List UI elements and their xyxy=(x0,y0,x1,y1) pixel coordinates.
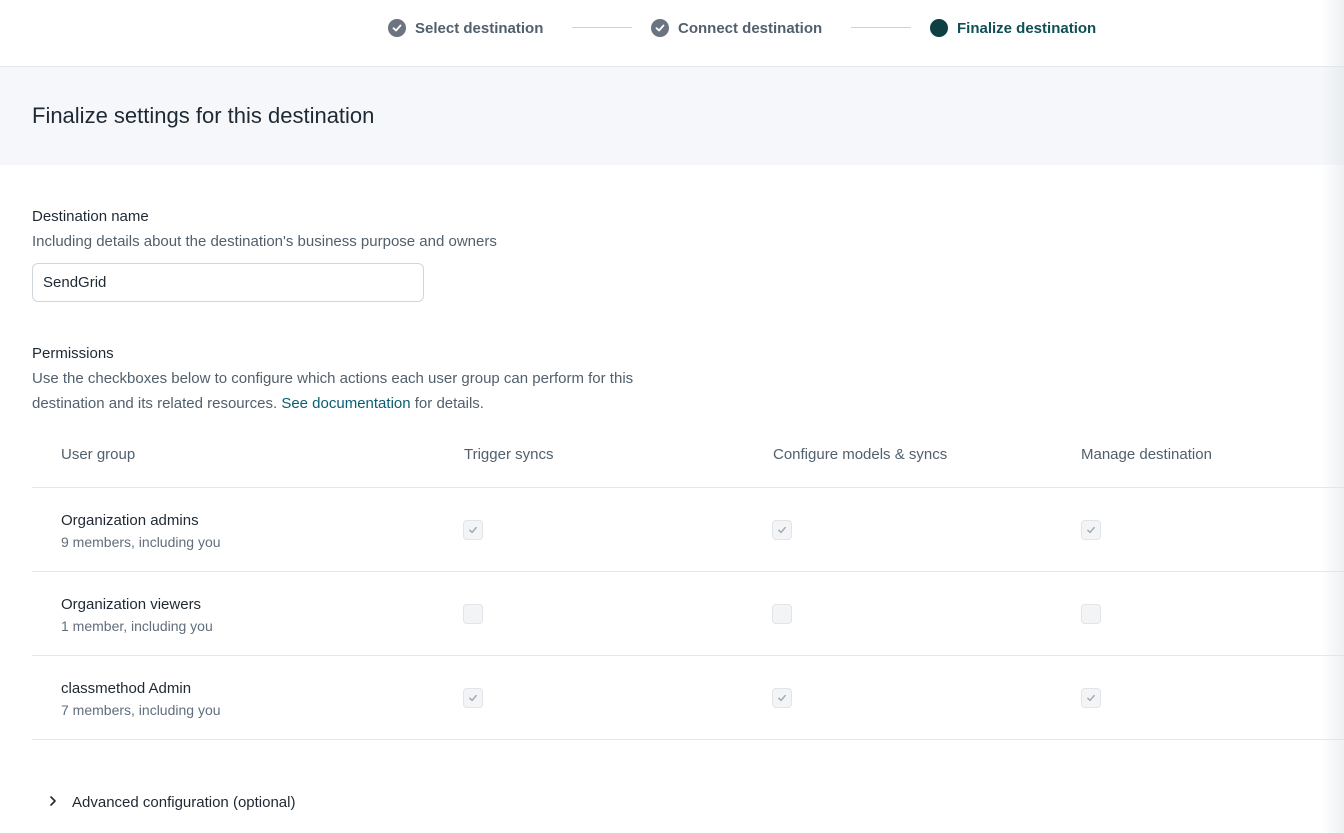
group-name: classmethod Admin xyxy=(61,680,192,697)
permissions-help-suffix: for details. xyxy=(414,395,484,412)
destination-name-help: Including details about the destination'… xyxy=(32,233,497,250)
column-header-trigger-syncs: Trigger syncs xyxy=(464,446,554,463)
check-circle-icon xyxy=(388,19,406,37)
configure-checkbox[interactable] xyxy=(772,688,792,708)
table-row: Organization viewers 1 member, including… xyxy=(32,572,1344,656)
table-header: User group Trigger syncs Configure model… xyxy=(32,432,1344,488)
check-circle-icon xyxy=(651,19,669,37)
table-row: classmethod Admin 7 members, including y… xyxy=(32,656,1344,740)
permissions-table: User group Trigger syncs Configure model… xyxy=(32,432,1344,740)
column-header-manage: Manage destination xyxy=(1081,446,1212,463)
step-connector xyxy=(851,27,911,28)
trigger-syncs-checkbox[interactable] xyxy=(463,688,483,708)
permissions-help: Use the checkboxes below to configure wh… xyxy=(32,366,633,416)
group-name: Organization viewers xyxy=(61,596,202,613)
active-step-dot-icon xyxy=(930,19,948,37)
checkmark-icon xyxy=(1087,526,1095,534)
permissions-help-line1: Use the checkboxes below to configure wh… xyxy=(32,370,634,387)
group-members: 1 member, including you xyxy=(61,618,213,634)
trigger-syncs-checkbox[interactable] xyxy=(463,604,483,624)
checkmark-icon xyxy=(1087,694,1095,702)
panel-edge-shadow xyxy=(1322,0,1344,833)
see-documentation-link[interactable]: See documentation xyxy=(281,395,410,412)
configure-checkbox[interactable] xyxy=(772,520,792,540)
step-label: Select destination xyxy=(415,19,544,37)
manage-checkbox[interactable] xyxy=(1081,688,1101,708)
group-members: 7 members, including you xyxy=(61,702,221,718)
advanced-configuration-toggle[interactable]: Advanced configuration (optional) xyxy=(48,790,295,814)
trigger-syncs-checkbox[interactable] xyxy=(463,520,483,540)
checkmark-icon xyxy=(778,694,786,702)
step-connector xyxy=(572,27,632,28)
table-row: Organization admins 9 members, including… xyxy=(32,488,1344,572)
checkmark-icon xyxy=(469,694,477,702)
permissions-label: Permissions xyxy=(32,345,114,362)
column-header-user-group: User group xyxy=(61,446,136,463)
group-members: 9 members, including you xyxy=(61,534,221,550)
permissions-help-text: destination and its related resources. xyxy=(32,395,278,412)
column-header-configure: Configure models & syncs xyxy=(773,446,948,463)
chevron-right-icon xyxy=(48,794,58,811)
configure-checkbox[interactable] xyxy=(772,604,792,624)
permissions-help-line2: destination and its related resources. S… xyxy=(32,391,633,416)
destination-name-input[interactable] xyxy=(32,263,424,302)
checkmark-icon xyxy=(778,526,786,534)
group-name: Organization admins xyxy=(61,512,199,529)
destination-name-label: Destination name xyxy=(32,208,149,225)
manage-checkbox[interactable] xyxy=(1081,520,1101,540)
step-label: Finalize destination xyxy=(957,19,1097,37)
manage-checkbox[interactable] xyxy=(1081,604,1101,624)
advanced-configuration-label: Advanced configuration (optional) xyxy=(72,793,296,811)
step-finalize-destination: Finalize destination xyxy=(930,18,1096,38)
step-label: Connect destination xyxy=(678,19,823,37)
checkmark-icon xyxy=(469,526,477,534)
step-connect-destination[interactable]: Connect destination xyxy=(651,18,822,38)
progress-stepper: Select destination Connect destination F… xyxy=(0,0,1344,67)
step-select-destination[interactable]: Select destination xyxy=(388,18,543,38)
page-title: Finalize settings for this destination xyxy=(32,103,375,128)
